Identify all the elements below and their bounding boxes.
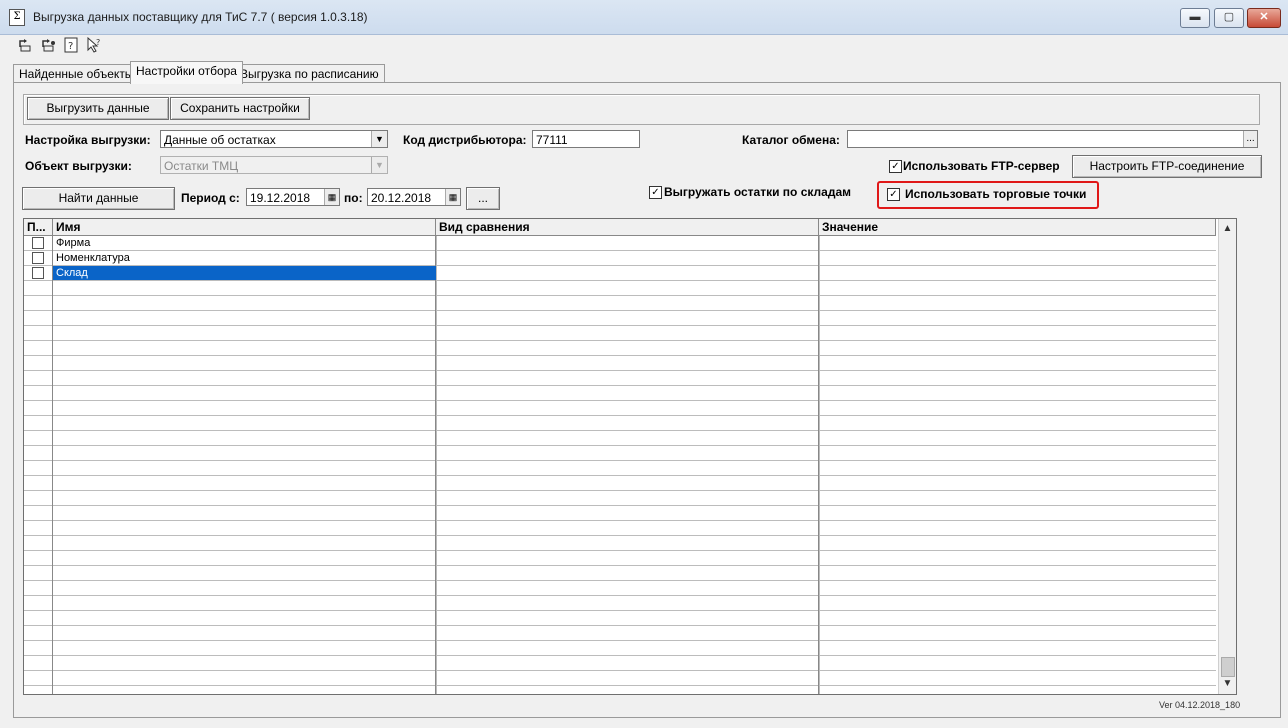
row-name: Номенклатура	[56, 252, 130, 264]
column-header-name[interactable]: Имя	[53, 219, 436, 235]
tab-selection-settings[interactable]: Настройки отбора	[130, 61, 243, 84]
table-header: П... Имя Вид сравнения Значение	[24, 219, 1216, 236]
maximize-button[interactable]: ▢	[1214, 8, 1244, 28]
grid-lines	[24, 236, 1216, 694]
row-checkbox[interactable]	[32, 267, 44, 279]
calendar-icon[interactable]: ▦	[324, 189, 339, 205]
annotation-highlight-box	[877, 181, 1099, 209]
browse-button[interactable]: ...	[1243, 131, 1257, 147]
period-from-label: Период с:	[181, 191, 240, 205]
title-bar: Σ Выгрузка данных поставщику для ТиС 7.7…	[0, 0, 1288, 35]
scroll-thumb[interactable]	[1221, 657, 1235, 677]
tab-found-objects[interactable]: Найденные объекты	[13, 64, 140, 83]
row-checkbox[interactable]	[32, 252, 44, 264]
period-to-field[interactable]: 20.12.2018 ▦	[367, 188, 461, 206]
chevron-down-icon: ▼	[371, 157, 387, 173]
calendar-icon[interactable]: ▦	[445, 189, 460, 205]
tab-scheduled-export[interactable]: Выгрузка по расписанию	[234, 64, 385, 83]
table-row[interactable]: Номенклатура	[24, 251, 1216, 266]
column-header-comparison[interactable]: Вид сравнения	[436, 219, 819, 235]
save-settings-button[interactable]: Сохранить настройки	[170, 97, 310, 120]
help-icon[interactable]: ?	[63, 37, 79, 53]
table-row[interactable]: Склад	[24, 266, 1216, 281]
scroll-down-icon[interactable]: ▼	[1219, 675, 1236, 692]
undo-icon[interactable]	[17, 37, 33, 53]
version-label: Ver 04.12.2018_180	[1159, 700, 1241, 710]
export-data-button[interactable]: Выгрузить данные	[27, 97, 169, 120]
period-to-value: 20.12.2018	[371, 191, 432, 205]
period-from-field[interactable]: 19.12.2018 ▦	[246, 188, 340, 206]
window-title: Выгрузка данных поставщику для ТиС 7.7 (…	[33, 10, 368, 24]
period-select-button[interactable]: ...	[466, 187, 500, 210]
app-icon: Σ	[9, 9, 25, 26]
period-to-label: по:	[344, 191, 363, 205]
column-divider	[436, 219, 437, 694]
export-by-warehouse-checkbox[interactable]: ✓	[649, 186, 662, 199]
filter-table[interactable]: П... Имя Вид сравнения Значение Фирма Но…	[23, 218, 1237, 695]
use-ftp-label: Использовать FTP-сервер	[903, 159, 1060, 173]
column-header-value[interactable]: Значение	[819, 219, 1216, 235]
chevron-down-icon[interactable]: ▼	[371, 131, 387, 147]
svg-text:?: ?	[96, 38, 100, 47]
export-by-warehouse-label: Выгружать остатки по складам	[664, 185, 852, 199]
close-button[interactable]: ✕	[1247, 8, 1281, 28]
export-object-label: Объект выгрузки:	[25, 159, 132, 173]
table-row[interactable]: Фирма	[24, 236, 1216, 251]
exchange-catalog-label: Каталог обмена:	[742, 133, 840, 147]
export-object-select: Остатки ТМЦ ▼	[160, 156, 388, 174]
distributor-code-field[interactable]: 77111	[532, 130, 640, 148]
row-name: Фирма	[56, 237, 91, 249]
row-checkbox[interactable]	[32, 237, 44, 249]
context-help-icon[interactable]: ?	[86, 36, 102, 53]
table-scrollbar[interactable]: ▲ ▼	[1218, 219, 1236, 694]
redo-icon[interactable]	[40, 37, 56, 53]
exchange-catalog-field[interactable]: ...	[847, 130, 1258, 148]
use-ftp-checkbox[interactable]: ✓	[889, 160, 902, 173]
column-header-use[interactable]: П...	[24, 219, 53, 235]
period-from-value: 19.12.2018	[250, 191, 311, 205]
row-name-selected: Склад	[53, 266, 436, 280]
distributor-code-label: Код дистрибьютора:	[403, 133, 527, 147]
column-divider	[52, 219, 53, 694]
column-divider	[819, 219, 820, 694]
distributor-code-value: 77111	[536, 133, 568, 147]
svg-text:?: ?	[68, 41, 73, 52]
scroll-up-icon[interactable]: ▲	[1219, 220, 1236, 237]
export-object-value: Остатки ТМЦ	[164, 159, 239, 173]
export-setting-label: Настройка выгрузки:	[25, 133, 151, 147]
export-setting-select[interactable]: Данные об остатках ▼	[160, 130, 388, 148]
export-setting-value: Данные об остатках	[164, 133, 276, 147]
minimize-button[interactable]: ▬	[1180, 8, 1210, 28]
find-data-button[interactable]: Найти данные	[22, 187, 175, 210]
configure-ftp-button[interactable]: Настроить FTP-соединение	[1072, 155, 1262, 178]
